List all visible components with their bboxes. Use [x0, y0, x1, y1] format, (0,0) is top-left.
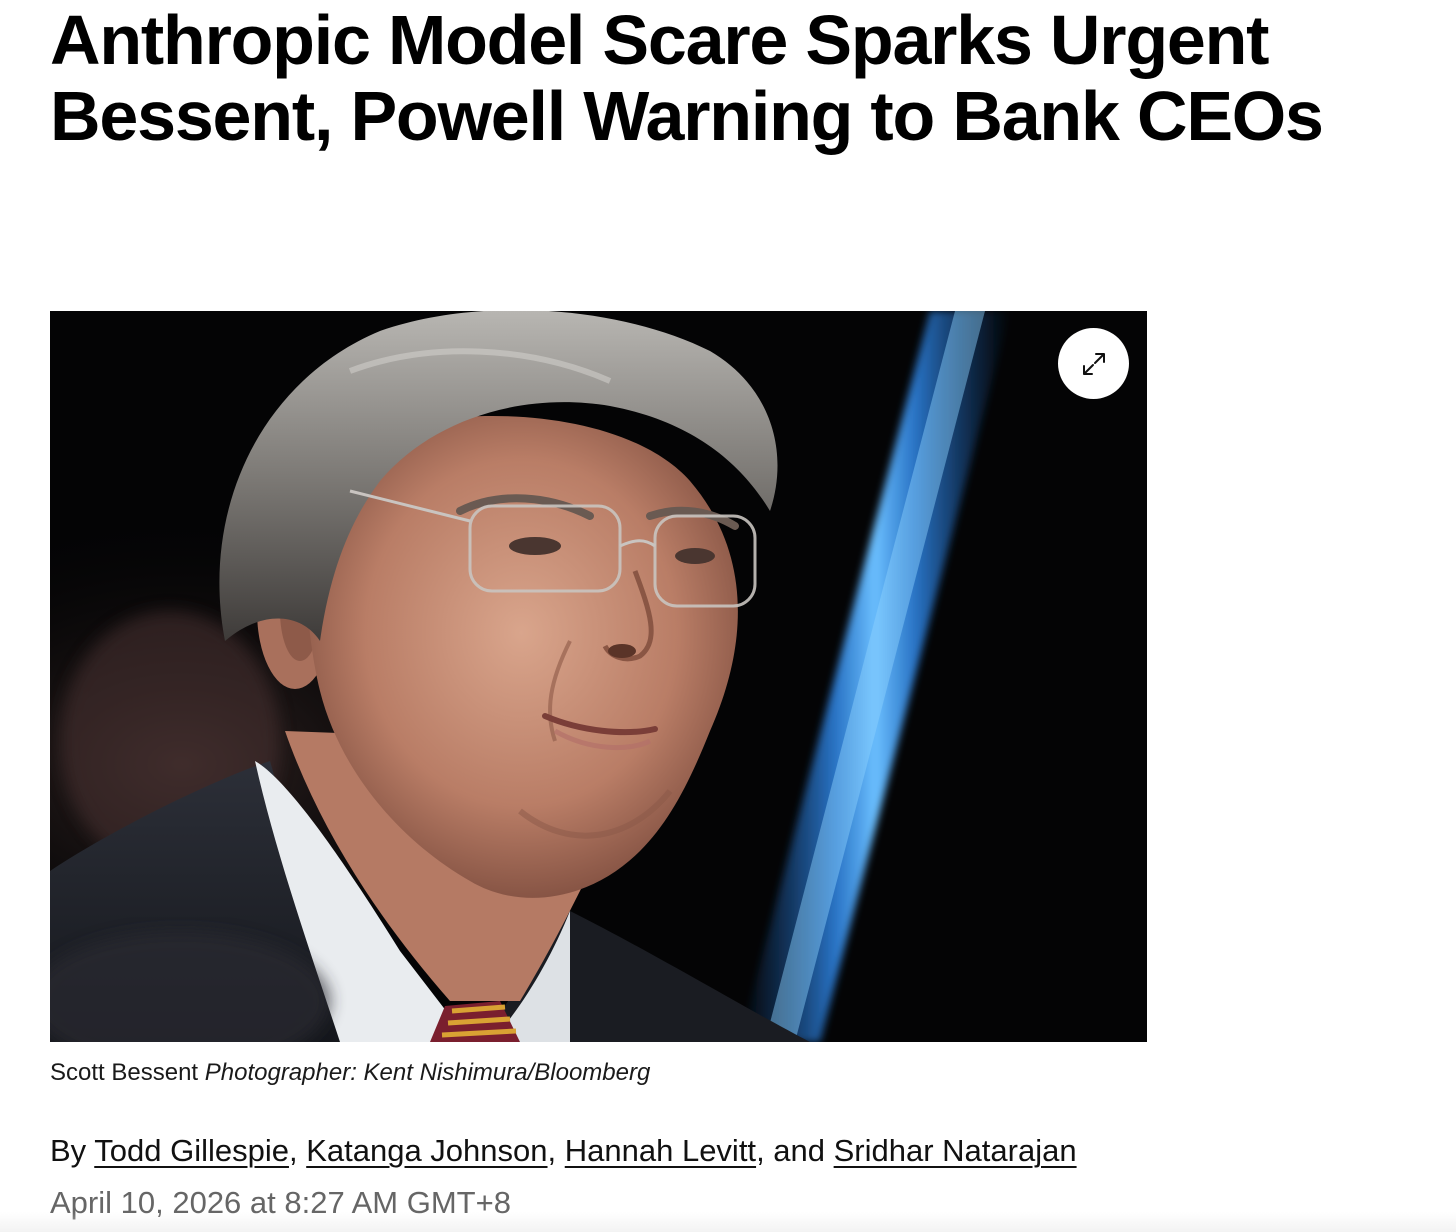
hero-photo-illustration	[50, 311, 1147, 1042]
byline: By Todd Gillespie, Katanga Johnson, Hann…	[50, 1131, 1077, 1171]
author-link-2[interactable]: Katanga Johnson	[306, 1133, 547, 1168]
author-link-4[interactable]: Sridhar Natarajan	[834, 1133, 1077, 1168]
byline-prefix: By	[50, 1133, 87, 1168]
hero-photo[interactable]	[50, 311, 1147, 1042]
article-headline: Anthropic Model Scare Sparks Urgent Bess…	[50, 1, 1324, 155]
caption-subject: Scott Bessent	[50, 1059, 199, 1086]
author-link-1[interactable]: Todd Gillespie	[94, 1133, 289, 1168]
byline-separator: ,	[547, 1133, 565, 1168]
expand-image-button[interactable]	[1058, 328, 1129, 399]
byline-separator: ,	[288, 1133, 307, 1168]
byline-separator: , and	[756, 1133, 834, 1168]
expand-arrows-icon	[1082, 352, 1105, 375]
photo-caption: Scott Bessent Photographer: Kent Nishimu…	[50, 1058, 650, 1088]
author-link-3[interactable]: Hannah Levitt	[565, 1133, 756, 1168]
publish-timestamp: April 10, 2026 at 8:27 AM GMT+8	[50, 1185, 511, 1220]
caption-credit: Photographer: Kent Nishimura/Bloomberg	[204, 1059, 651, 1086]
